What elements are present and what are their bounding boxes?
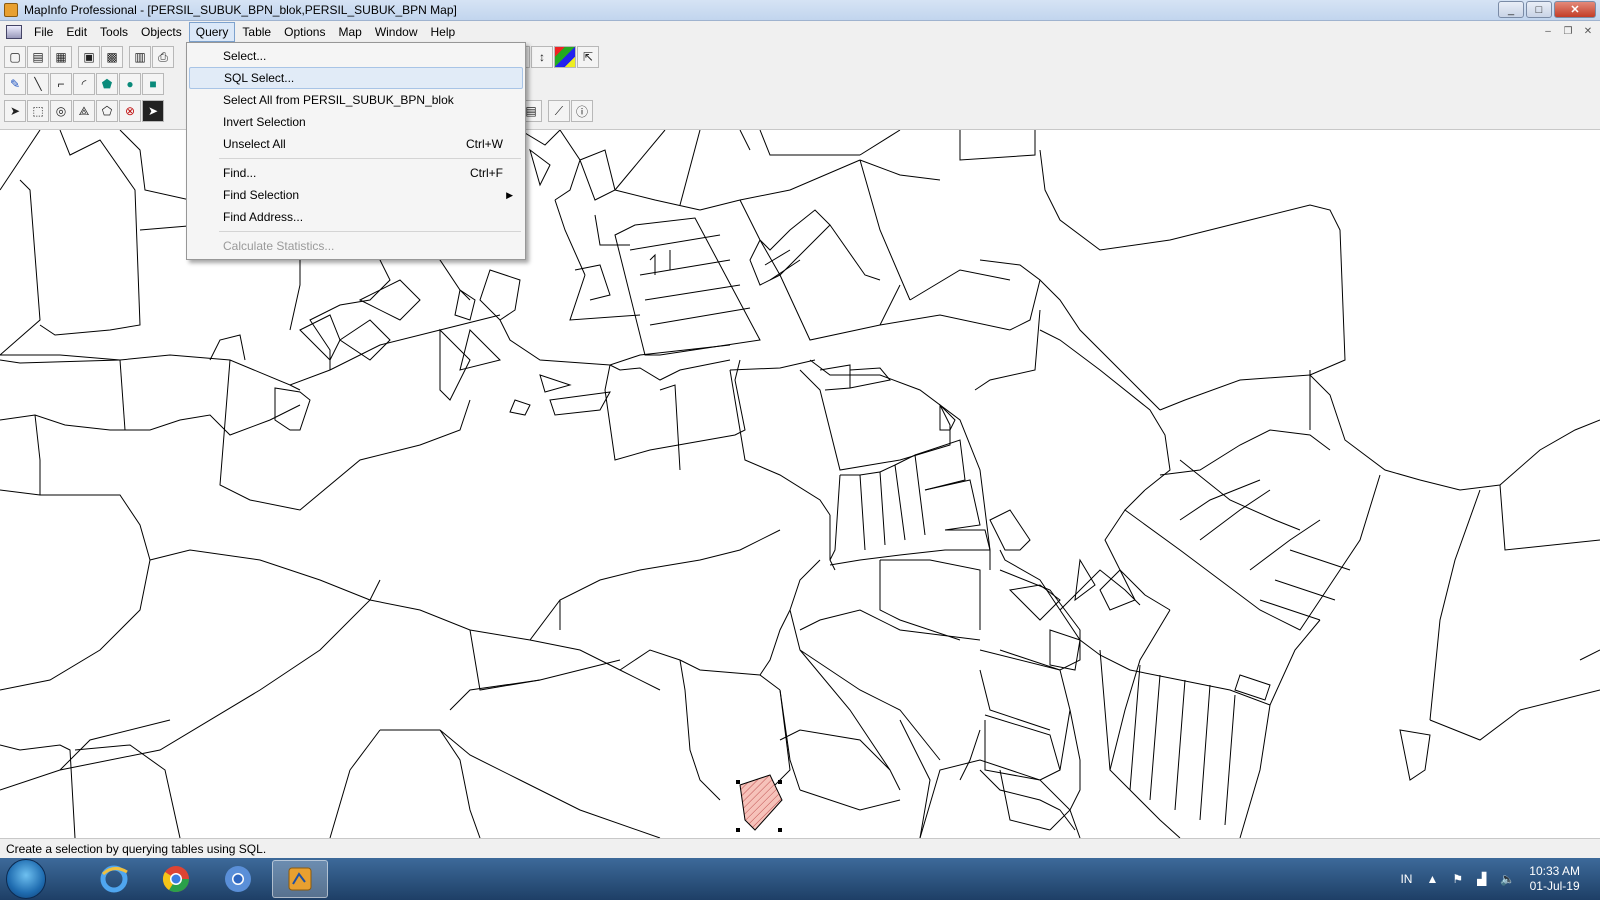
graph-icon[interactable]: ↕ [531,46,553,68]
menu-separator [219,158,521,159]
open-workspace-icon[interactable]: ▦ [50,46,72,68]
chrome-icon[interactable] [148,860,204,898]
menu-query[interactable]: Query [188,21,236,42]
child-window-controls: – ❐ ✕ [1540,24,1596,39]
system-tray: IN ▲ ⚑ ▟ 🔈 10:33 AM 01-Jul-19 [1400,858,1580,900]
info-tool-icon[interactable]: ⓘ [571,100,593,122]
menu-separator [219,231,521,232]
status-text: Create a selection by querying tables us… [6,841,267,856]
menu-tools[interactable]: Tools [94,23,134,41]
child-close-button[interactable]: ✕ [1580,24,1596,39]
menu-item-label: Find... [223,166,257,180]
marquee-select-icon[interactable]: ⬚ [27,100,49,122]
polyline-tool-icon[interactable]: ⌐ [50,73,72,95]
open-table-icon[interactable]: ▤ [27,46,49,68]
main-toolbar-right: ▤ ⟋ ⓘ [520,100,593,122]
standard-toolbar: ▢ ▤ ▦ ▣ ▩ ▥ ⎙ [4,46,174,68]
menu-item-label: Find Selection [223,188,300,202]
main-toolbar: ➤ ⬚ ◎ ⟁ ⬠ ⊗ ➤ [4,100,164,122]
polygon-tool-icon[interactable]: ⬟ [96,73,118,95]
volume-icon[interactable]: 🔈 [1500,872,1515,886]
menu-item-label: Invert Selection [223,115,306,129]
print-preview-icon[interactable]: ▥ [129,46,151,68]
menu-help[interactable]: Help [425,23,462,41]
submenu-arrow-icon: ▶ [506,189,513,200]
print-icon[interactable]: ⎙ [152,46,174,68]
network-signal-icon[interactable]: ▟ [1477,872,1486,886]
menu-item-find[interactable]: Find... Ctrl+F [189,162,523,184]
menu-item-label: Select All from PERSIL_SUBUK_BPN_blok [223,93,454,107]
query-menu-dropdown: Select... SQL Select... Select All from … [186,42,526,260]
menu-item-invert-selection[interactable]: Invert Selection [189,111,523,133]
menu-map[interactable]: Map [332,23,367,41]
help-pointer-icon[interactable]: ⇱ [577,46,599,68]
menu-table[interactable]: Table [236,23,277,41]
menu-window[interactable]: Window [369,23,424,41]
arc-tool-icon[interactable]: ◜ [73,73,95,95]
child-restore-button[interactable]: ❐ [1560,24,1576,39]
save-workspace-icon[interactable]: ▩ [101,46,123,68]
menu-item-label: Unselect All [223,137,286,151]
clock[interactable]: 10:33 AM 01-Jul-19 [1529,864,1580,894]
window-controls: _ □ ✕ [1498,1,1596,18]
mapinfo-taskbar-icon[interactable] [272,860,328,898]
windows-start-icon[interactable] [6,859,46,899]
menu-item-shortcut: Ctrl+W [466,137,503,151]
mapinfo-app-icon [4,3,18,17]
ruler-icon[interactable]: ⟋ [548,100,570,122]
menu-item-label: Select... [223,49,267,63]
menu-bar: File Edit Tools Objects Query Table Opti… [0,21,1600,42]
menu-item-sql-select[interactable]: SQL Select... [189,67,523,89]
unselect-all-icon[interactable]: ⊗ [119,100,141,122]
menu-item-label: SQL Select... [224,71,295,85]
invert-selection-icon[interactable]: ➤ [142,100,164,122]
mapinfo-window: MapInfo Professional - [PERSIL_SUBUK_BPN… [0,0,1600,900]
action-center-flag-icon[interactable]: ⚑ [1452,872,1463,886]
menu-item-find-selection[interactable]: Find Selection ▶ [189,184,523,206]
menu-edit[interactable]: Edit [60,23,93,41]
maximize-button[interactable]: □ [1526,1,1552,18]
internet-explorer-icon[interactable] [86,860,142,898]
rectangle-tool-icon[interactable]: ■ [142,73,164,95]
drawing-toolbar: ✎ ╲ ⌐ ◜ ⬟ ● ■ [4,73,164,95]
symbol-tool-icon[interactable]: ✎ [4,73,26,95]
chrome-canary-icon[interactable] [210,860,266,898]
menu-options[interactable]: Options [278,23,331,41]
boundary-select-icon[interactable]: ⬠ [96,100,118,122]
clock-date: 01-Jul-19 [1529,879,1580,893]
menu-objects[interactable]: Objects [135,23,188,41]
menu-item-label: Find Address... [223,210,304,224]
line-tool-icon[interactable]: ╲ [27,73,49,95]
status-bar: Create a selection by querying tables us… [0,838,1600,858]
theme-legend-icon[interactable] [554,46,576,68]
language-indicator[interactable]: IN [1400,872,1412,886]
taskbar: IN ▲ ⚑ ▟ 🔈 10:33 AM 01-Jul-19 [0,858,1600,900]
radius-select-icon[interactable]: ◎ [50,100,72,122]
new-table-icon[interactable]: ▢ [4,46,26,68]
polygon-select-icon[interactable]: ⟁ [73,100,95,122]
menu-item-calculate-statistics: Calculate Statistics... [189,235,523,257]
save-icon[interactable]: ▣ [78,46,100,68]
menu-item-shortcut: Ctrl+F [470,166,503,180]
menu-item-label: Calculate Statistics... [223,239,335,253]
selected-parcel[interactable] [736,774,783,832]
menu-item-select-all[interactable]: Select All from PERSIL_SUBUK_BPN_blok [189,89,523,111]
title-bar: MapInfo Professional - [PERSIL_SUBUK_BPN… [0,0,1600,21]
minimize-button[interactable]: _ [1498,1,1524,18]
close-button[interactable]: ✕ [1554,1,1596,18]
document-icon[interactable] [6,24,22,39]
menu-item-select[interactable]: Select... [189,45,523,67]
window-title: MapInfo Professional - [PERSIL_SUBUK_BPN… [24,3,457,17]
menu-item-find-address[interactable]: Find Address... [189,206,523,228]
show-hidden-icons-icon[interactable]: ▲ [1426,872,1438,886]
menu-item-unselect-all[interactable]: Unselect All Ctrl+W [189,133,523,155]
menu-file[interactable]: File [28,23,59,41]
select-tool-icon[interactable]: ➤ [4,100,26,122]
ellipse-tool-icon[interactable]: ● [119,73,141,95]
clock-time: 10:33 AM [1529,864,1580,878]
child-minimize-button[interactable]: – [1540,24,1556,39]
